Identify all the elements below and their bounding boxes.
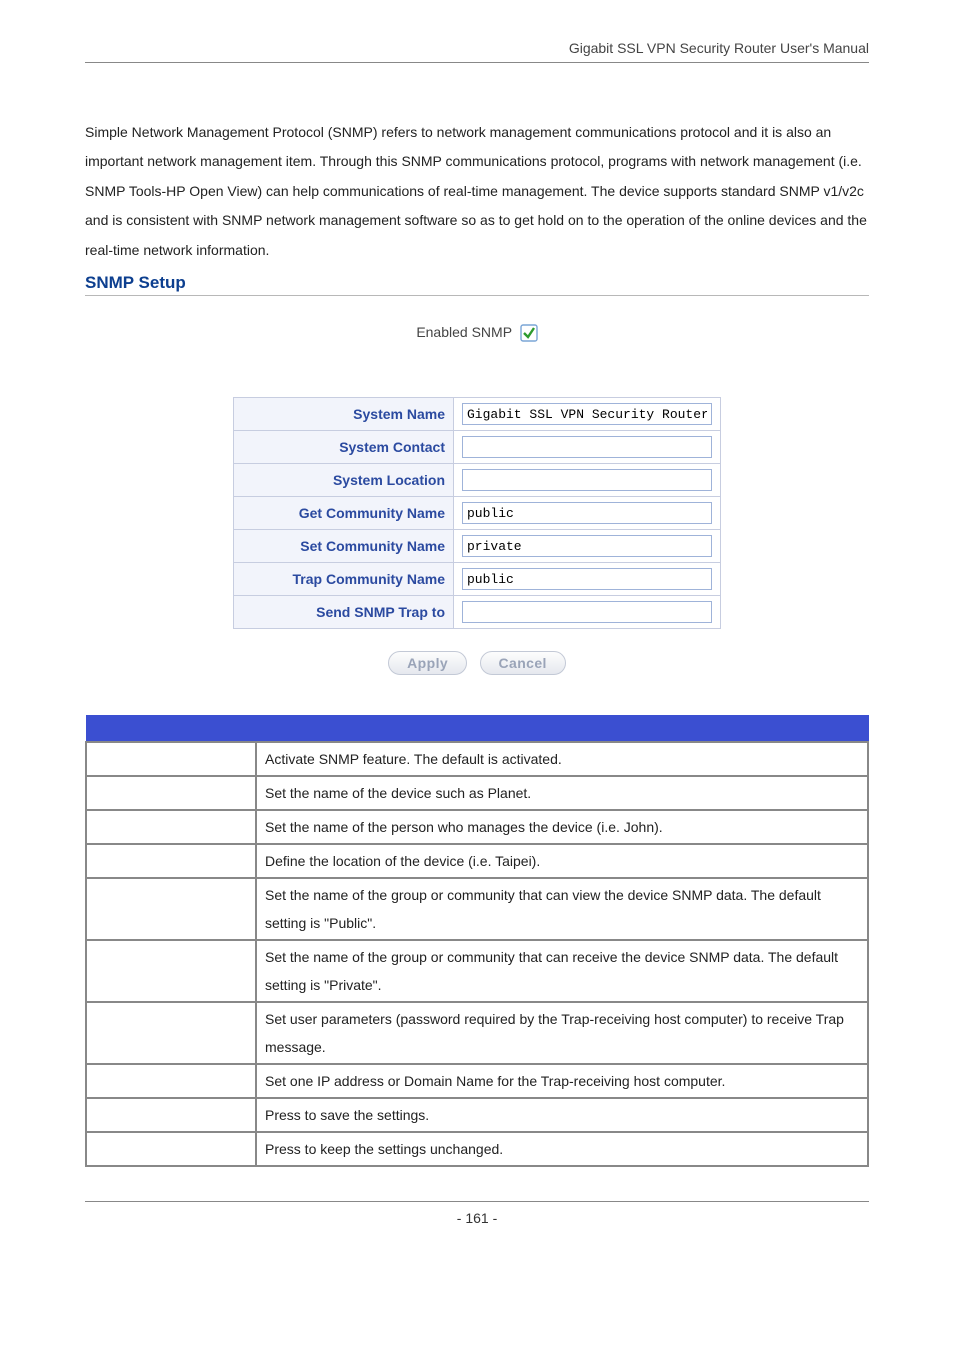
snmp-config-table: System Name System Contact System Locati…: [233, 397, 721, 629]
section-title: SNMP Setup: [85, 273, 869, 295]
get-community-label: Get Community Name: [234, 497, 454, 530]
system-contact-field[interactable]: [462, 436, 712, 458]
system-name-field[interactable]: [462, 403, 712, 425]
system-location-label: System Location: [234, 464, 454, 497]
table-row: Define the location of the device (i.e. …: [86, 844, 868, 878]
enabled-snmp-checkbox[interactable]: [520, 324, 538, 342]
section-rule: [85, 295, 869, 296]
table-row: Press to keep the settings unchanged.: [86, 1132, 868, 1166]
system-contact-label: System Contact: [234, 431, 454, 464]
trap-community-field[interactable]: [462, 568, 712, 590]
table-row: Press to save the settings.: [86, 1098, 868, 1132]
apply-button[interactable]: Apply: [388, 651, 467, 675]
table-row: Set the name of the group or community t…: [86, 940, 868, 1002]
table-row: Set the name of the device such as Plane…: [86, 776, 868, 810]
table-row: Activate SNMP feature. The default is ac…: [86, 742, 868, 776]
send-trap-to-field[interactable]: [462, 601, 712, 623]
table-row: Set one IP address or Domain Name for th…: [86, 1064, 868, 1098]
set-community-label: Set Community Name: [234, 530, 454, 563]
description-table: Activate SNMP feature. The default is ac…: [85, 715, 869, 1167]
page-header: Gigabit SSL VPN Security Router User's M…: [85, 40, 869, 63]
system-name-label: System Name: [234, 398, 454, 431]
page-footer: - 161 -: [85, 1201, 869, 1226]
cancel-button[interactable]: Cancel: [480, 651, 566, 675]
trap-community-label: Trap Community Name: [234, 563, 454, 596]
intro-paragraph: Simple Network Management Protocol (SNMP…: [85, 118, 869, 265]
enabled-snmp-label: Enabled SNMP: [416, 324, 511, 340]
set-community-field[interactable]: [462, 535, 712, 557]
table-row: Set user parameters (password required b…: [86, 1002, 868, 1064]
send-trap-to-label: Send SNMP Trap to: [234, 596, 454, 629]
get-community-field[interactable]: [462, 502, 712, 524]
table-row: Set the name of the group or community t…: [86, 878, 868, 940]
system-location-field[interactable]: [462, 469, 712, 491]
table-row: Set the name of the person who manages t…: [86, 810, 868, 844]
